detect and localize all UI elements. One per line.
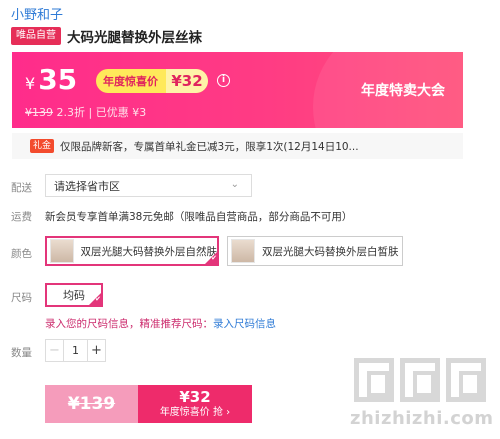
quantity-minus-button[interactable]: − [46, 340, 64, 361]
size-label: 尺码 [11, 292, 32, 304]
buy-promo-button[interactable]: ¥32 年度惊喜价 抢 › [138, 385, 252, 423]
address-select-value: 请选择省市区 [54, 179, 120, 193]
buy-original-button[interactable]: ¥139 [45, 385, 138, 423]
promo-label: 年度惊喜价 [103, 75, 158, 88]
watermark-logo [354, 358, 486, 402]
buy-promo-price: ¥32 [179, 388, 211, 406]
color-option-fair[interactable]: 双层光腿大码替换外层白皙肤 [227, 236, 403, 266]
size-tip: 录入您的尺码信息，精准推荐尺码：录入尺码信息 [45, 316, 276, 331]
color-option-natural[interactable]: 双层光腿大码替换外层自然肤 ✔ [45, 236, 219, 266]
selected-check-icon: ✔ [88, 292, 102, 306]
event-name: 年度特卖大会 [361, 83, 445, 99]
original-price: ¥139 [25, 106, 53, 119]
size-option-one-size[interactable]: 均码 ✔ [45, 283, 103, 307]
delivery-label: 配送 [11, 182, 32, 194]
quantity-plus-button[interactable]: + [87, 340, 105, 361]
color-option-label: 双层光腿大码替换外层自然肤 [80, 245, 218, 258]
product-title: 大码光腿替换外层丝袜 [67, 30, 202, 46]
quantity-stepper: − 1 + [45, 339, 106, 362]
buy-promo-label: 年度惊喜价 抢 › [159, 407, 231, 418]
price-value: 35 [38, 63, 78, 96]
watermark-text: zhizhizhi.com [350, 408, 494, 429]
gift-text: 仅限品牌新客，专属首单礼金已减3元，限享1次(12月14日10... [60, 140, 359, 153]
price-subline: ¥139 2.3折 | 已优惠 ¥3 [25, 104, 146, 120]
color-option-label: 双层光腿大码替换外层白皙肤 [262, 245, 399, 258]
size-tip-text: 录入您的尺码信息，精准推荐尺码： [45, 318, 213, 330]
address-select[interactable]: 请选择省市区 ⌄ [45, 174, 252, 197]
buy-original-price: ¥139 [67, 394, 116, 414]
quantity-label: 数量 [11, 347, 32, 359]
price-banner: ¥ 35 年度惊喜价 ¥32 i ¥139 2.3折 | 已优惠 ¥3 年度特卖… [12, 52, 463, 128]
shipping-label: 运费 [11, 211, 32, 223]
self-operated-badge: 唯品自营 [11, 27, 61, 45]
selected-check-icon: ✔ [204, 251, 218, 265]
quantity-value[interactable]: 1 [64, 340, 87, 361]
chevron-down-icon: ⌄ [230, 179, 239, 190]
color-thumbnail [50, 239, 74, 263]
promo-price-pill: 年度惊喜价 ¥32 [96, 69, 208, 93]
discount-text: 2.3折 | 已优惠 ¥3 [56, 106, 147, 119]
gift-tag: 礼金 [30, 139, 55, 153]
gift-notice: 礼金 仅限品牌新客，专属首单礼金已减3元，限享1次(12月14日10... [12, 133, 463, 159]
size-option-label: 均码 [63, 289, 85, 302]
size-entry-link[interactable]: 录入尺码信息 [213, 318, 276, 330]
shipping-text: 新会员专享首单满38元免邮（限唯品自营商品，部分商品不可用） [45, 211, 353, 223]
store-name-link[interactable]: 小野和子 [11, 4, 63, 23]
info-icon[interactable]: i [217, 74, 230, 87]
promo-price: ¥32 [166, 69, 208, 93]
color-thumbnail [231, 239, 255, 263]
site-watermark: zhizhizhi.com [350, 358, 495, 436]
current-price: ¥ 35 [25, 66, 77, 94]
color-label: 颜色 [11, 248, 32, 260]
product-title-row: 唯品自营 大码光腿替换外层丝袜 [11, 26, 202, 46]
currency-symbol: ¥ [25, 74, 36, 93]
